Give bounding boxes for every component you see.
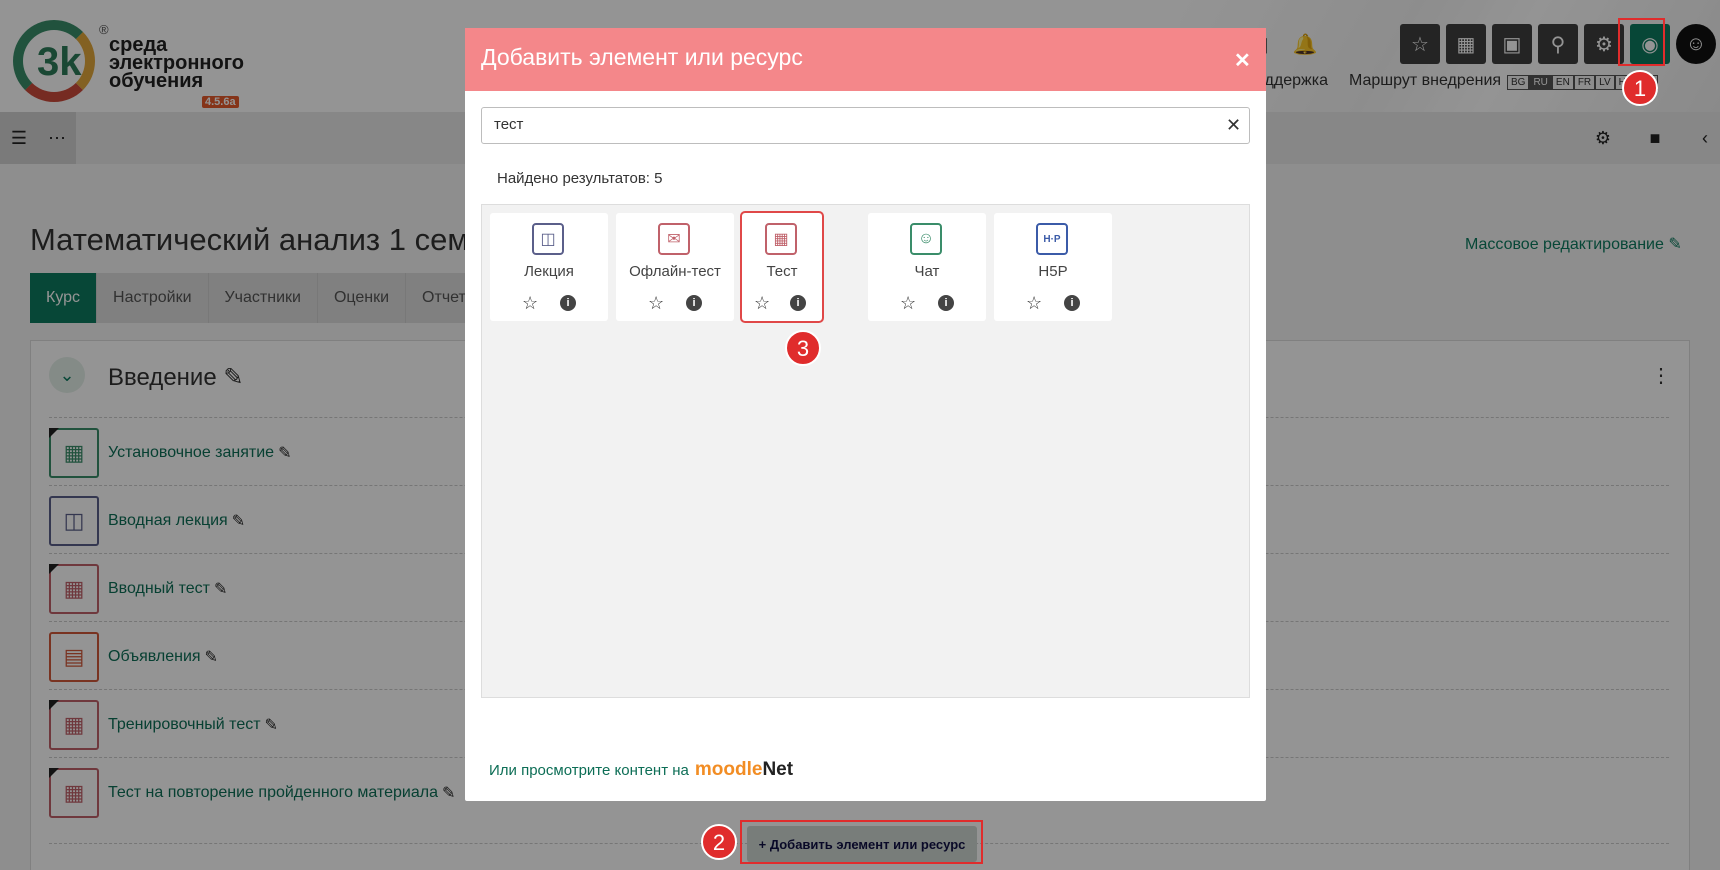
h5p-icon: H·P <box>1036 223 1068 255</box>
star-icon[interactable]: ☆ <box>648 293 664 314</box>
search-input[interactable] <box>494 116 1194 133</box>
annotation-number-1: 1 <box>1622 70 1658 106</box>
info-icon[interactable]: i <box>938 295 954 311</box>
annotation-number-3: 3 <box>785 330 821 366</box>
modal-header: Добавить элемент или ресурс ✕ <box>465 28 1266 91</box>
result-card-lesson[interactable]: ◫ Лекция ☆ i <box>490 213 608 321</box>
star-icon[interactable]: ☆ <box>522 293 538 314</box>
modal-title: Добавить элемент или ресурс <box>481 44 803 70</box>
star-icon[interactable]: ☆ <box>1026 293 1042 314</box>
lesson-icon: ◫ <box>532 223 564 255</box>
star-icon[interactable]: ☆ <box>754 293 770 314</box>
info-icon[interactable]: i <box>790 295 806 311</box>
quiz-icon: ▦ <box>765 223 797 255</box>
chat-icon: ☺ <box>910 223 942 255</box>
annotation-box-1 <box>1618 18 1665 66</box>
result-card-h5p[interactable]: H·P H5P ☆ i <box>994 213 1112 321</box>
results-count: Найдено результатов: 5 <box>497 170 663 187</box>
result-card-chat[interactable]: ☺ Чат ☆ i <box>868 213 986 321</box>
info-icon[interactable]: i <box>686 295 702 311</box>
info-icon[interactable]: i <box>1064 295 1080 311</box>
star-icon[interactable]: ☆ <box>900 293 916 314</box>
result-card-offline-quiz[interactable]: ✉ Офлайн-тест ☆ i <box>616 213 734 321</box>
close-icon[interactable]: ✕ <box>1234 48 1251 73</box>
moodlenet-logo: moodleNet <box>694 759 794 780</box>
result-card-quiz[interactable]: ▦ Тест ☆ i <box>740 211 824 323</box>
activity-chooser-modal: Добавить элемент или ресурс ✕ ✕ Найдено … <box>465 28 1266 801</box>
moodlenet-link[interactable]: Или просмотрите контент на moodleNet <box>489 759 793 781</box>
clear-search-icon[interactable]: ✕ <box>1226 115 1241 136</box>
info-icon[interactable]: i <box>560 295 576 311</box>
offline-quiz-icon: ✉ <box>658 223 690 255</box>
annotation-number-2: 2 <box>701 824 737 860</box>
search-field[interactable]: ✕ <box>481 107 1250 144</box>
annotation-box-2 <box>740 820 983 864</box>
results-grid: ◫ Лекция ☆ i ✉ Офлайн-тест ☆ i ▦ Тест ☆ … <box>481 204 1250 698</box>
